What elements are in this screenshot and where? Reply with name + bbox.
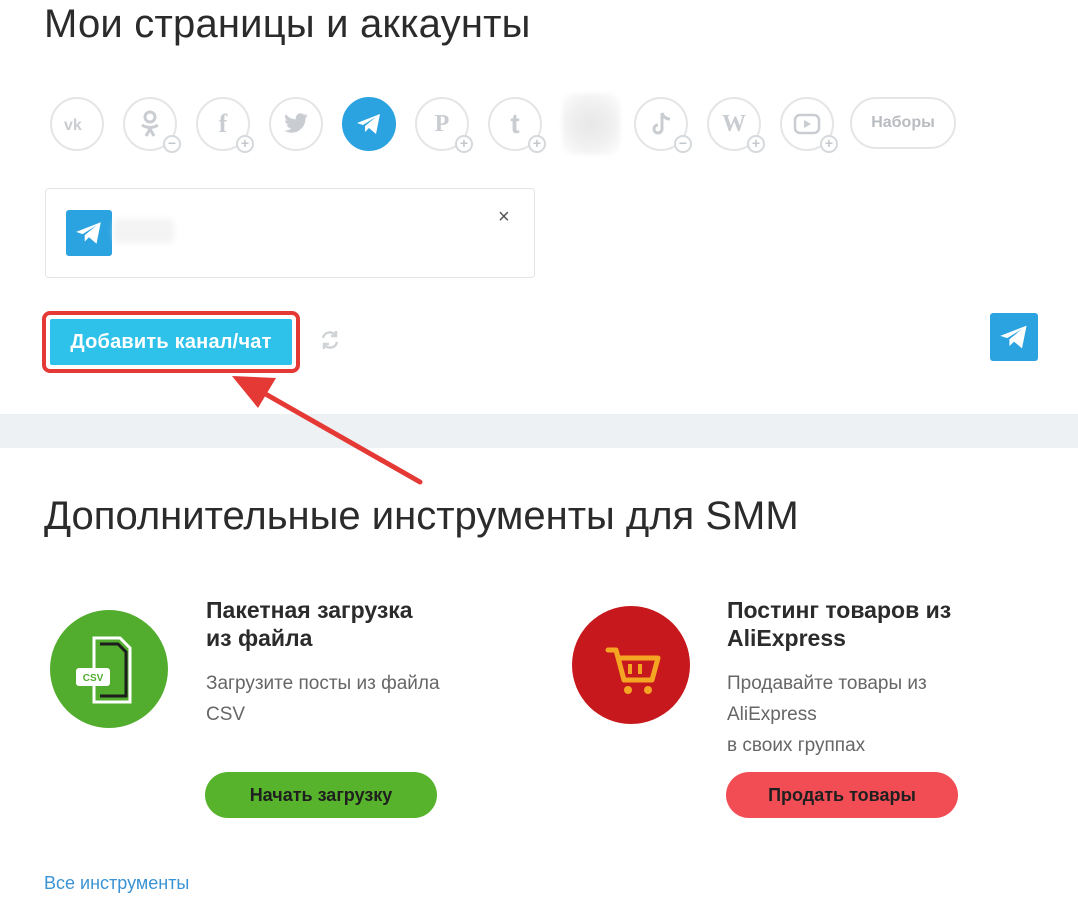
aliexpress-tool-desc-line2: AliExpress xyxy=(727,704,817,725)
telegram-plane-icon xyxy=(1000,325,1027,349)
pinterest-icon: P xyxy=(434,110,450,137)
telegram-plane-icon xyxy=(357,114,380,134)
telegram-network-icon[interactable] xyxy=(342,97,396,151)
add-channel-button[interactable]: Добавить канал/чат xyxy=(50,319,292,365)
collections-button[interactable]: Наборы xyxy=(850,97,956,149)
csv-tool-title-line2: из файла xyxy=(206,625,313,651)
all-tools-link[interactable]: Все инструменты xyxy=(44,873,189,894)
connected-account-card: × xyxy=(45,188,535,278)
twitter-bird-icon xyxy=(284,113,308,133)
wordpress-network-icon[interactable]: W + xyxy=(707,97,765,153)
highlight-box: Добавить канал/чат xyxy=(42,311,300,373)
aliexpress-tool-icon xyxy=(572,606,690,724)
youtube-play-icon xyxy=(793,113,821,135)
tiktok-network-icon[interactable]: − xyxy=(634,97,692,153)
aliexpress-tool-desc-line1: Продавайте товары из xyxy=(727,673,927,694)
youtube-network-icon[interactable]: + xyxy=(780,97,838,153)
shopping-cart-icon xyxy=(605,647,661,694)
csv-file-icon: CSV xyxy=(76,636,132,704)
svg-text:vk: vk xyxy=(64,117,82,133)
add-badge-icon[interactable]: + xyxy=(747,135,765,153)
csv-tool-desc-line2: CSV xyxy=(206,704,246,725)
csv-badge-label: CSV xyxy=(83,673,104,684)
aliexpress-tool-title-line1: Постинг товаров из xyxy=(727,597,952,623)
telegram-plane-icon xyxy=(76,222,101,244)
telegram-account-icon xyxy=(66,210,112,256)
remove-badge-icon[interactable]: − xyxy=(163,135,181,153)
twitter-network-icon[interactable] xyxy=(269,97,323,151)
pinterest-network-icon[interactable]: P + xyxy=(415,97,473,153)
tiktok-note-icon xyxy=(652,112,671,135)
facebook-network-icon[interactable]: f + xyxy=(196,97,254,153)
blurred-network-icon xyxy=(562,93,620,155)
account-name-redacted xyxy=(114,219,174,243)
facebook-icon: f xyxy=(218,109,228,138)
aliexpress-tool-title-line2: AliExpress xyxy=(727,625,846,651)
csv-upload-tool-icon: CSV xyxy=(50,610,168,728)
add-badge-icon[interactable]: + xyxy=(236,135,254,153)
csv-tool-desc-line1: Загрузите посты из файла xyxy=(206,673,440,694)
accounts-section-title: Мои страницы и аккаунты xyxy=(44,2,531,46)
odnoklassniki-icon xyxy=(141,110,159,137)
vk-network-icon[interactable]: vk xyxy=(50,97,104,151)
sell-products-button[interactable]: Продать товары xyxy=(726,772,958,818)
aliexpress-tool-desc-line3: в своих группах xyxy=(727,735,866,756)
telegram-icon[interactable] xyxy=(990,313,1038,361)
remove-badge-icon[interactable]: − xyxy=(674,135,692,153)
section-divider xyxy=(0,414,1078,448)
add-badge-icon[interactable]: + xyxy=(820,135,838,153)
tools-section-title: Дополнительные инструменты для SMM xyxy=(44,494,799,538)
csv-tool-title-line1: Пакетная загрузка xyxy=(206,597,413,623)
tumblr-icon: t xyxy=(510,108,520,139)
close-icon[interactable]: × xyxy=(498,207,510,227)
refresh-icon[interactable] xyxy=(318,328,342,352)
wordpress-icon: W xyxy=(722,110,746,137)
add-badge-icon[interactable]: + xyxy=(455,135,473,153)
start-upload-button[interactable]: Начать загрузку xyxy=(205,772,437,818)
tumblr-network-icon[interactable]: t + xyxy=(488,97,546,153)
odnoklassniki-network-icon[interactable]: − xyxy=(123,97,181,153)
add-badge-icon[interactable]: + xyxy=(528,135,546,153)
vk-icon: vk xyxy=(64,117,82,133)
